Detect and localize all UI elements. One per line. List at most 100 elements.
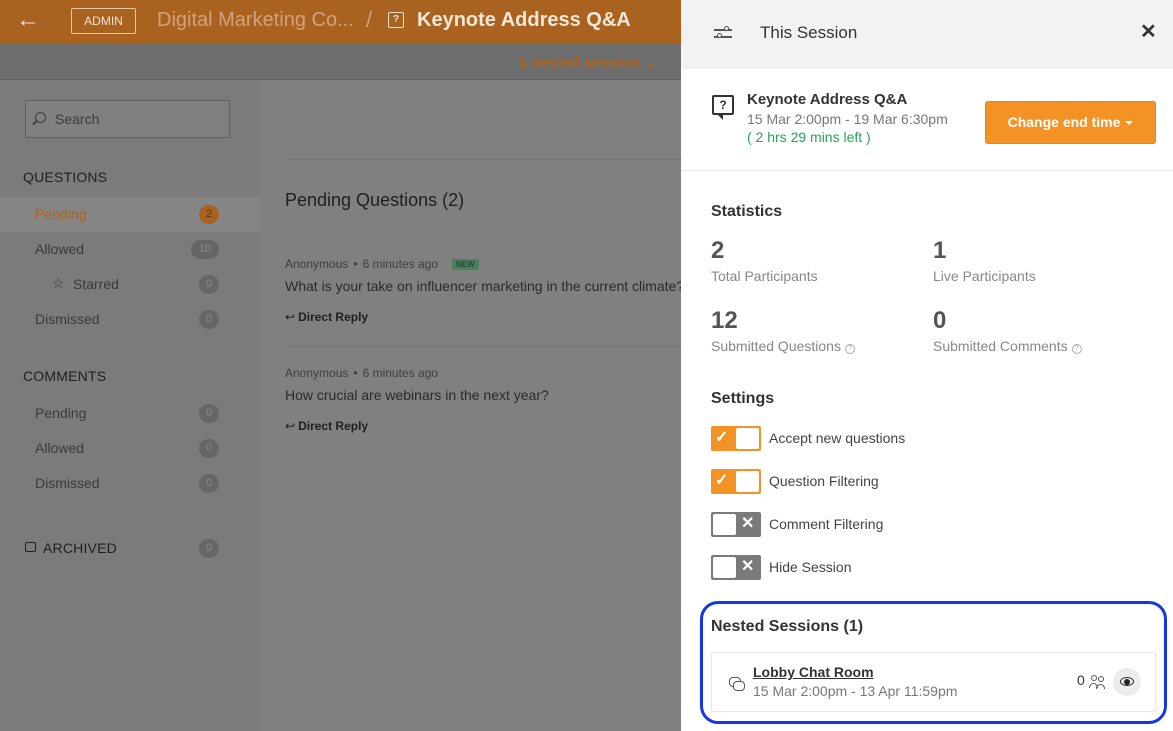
statistics-heading: Statistics [711,203,783,220]
question-meta: Anonymous • 6 minutes ago [285,366,438,380]
setting-accept-new-questions: ✓ Accept new questions [711,426,1011,451]
x-icon: ✕ [741,558,755,575]
sidebar-item-comments-pending[interactable]: Pending 0 [0,396,260,431]
check-icon: ✓ [715,429,729,446]
help-icon[interactable]: ? [844,344,855,354]
breadcrumb-separator: / [366,7,373,32]
change-end-time-label: Change end time [1007,114,1121,130]
nested-sessions-heading: Nested Sessions (1) [711,618,864,635]
direct-reply-button[interactable]: ↩ Direct Reply [285,419,681,433]
settings-heading: Settings [711,390,775,407]
sidebar-item-label: Pending [35,405,87,421]
count-badge: 0 [199,539,219,558]
nested-session-label: 1 nested session [519,54,640,71]
sidebar-item-archived[interactable]: ARCHIVED 0 [0,531,260,566]
event-title[interactable]: Digital Marketing Co... [157,9,354,32]
reply-icon: ↩ [285,419,296,433]
room-name-link[interactable]: Lobby Chat Room [753,664,874,680]
help-icon[interactable]: ? [1071,344,1082,354]
archive-icon [25,542,36,552]
search-placeholder: Search [55,111,100,127]
sidebar-item-questions-pending[interactable]: Pending 2 [0,197,260,232]
change-end-time-button[interactable]: Change end time [985,101,1156,144]
sidebar-item-questions-dismissed[interactable]: Dismissed 0 [0,302,260,337]
count-badge: 10 [191,240,219,259]
star-icon: ☆ [52,275,65,291]
question-meta: Anonymous • 6 minutes ago NEW [285,257,681,271]
stat-total-participants: 2 Total Participants [711,237,818,284]
direct-reply-button[interactable]: ↩ Direct Reply [285,310,681,324]
sidebar-item-label: Dismissed [35,475,100,491]
question-author: Anonymous [285,257,349,271]
participant-count: 0 [1077,672,1085,688]
stat-value: 12 [711,307,738,334]
stat-value: 2 [711,237,725,264]
eye-pupil [1124,679,1130,685]
session-subbar: 1 nested session ⌄ [0,44,681,80]
comment-filtering-toggle[interactable]: ✕ [711,512,761,537]
stat-label: Submitted Comments [933,338,1068,354]
count-badge: 0 [199,474,219,493]
count-badge: 0 [199,275,219,294]
accept-new-questions-toggle[interactable]: ✓ [711,426,761,451]
panel-header: This Session ✕ [681,0,1173,69]
sidebar-item-label: Allowed [35,241,85,257]
search-input[interactable]: Search [25,100,230,138]
stat-submitted-questions: 12 Submitted Questions? [711,307,855,354]
question-item[interactable]: Anonymous • 6 minutes ago How crucial are … [285,366,681,433]
chat-icon [729,677,745,691]
stat-submitted-comments: 0 Submitted Comments? [933,307,1082,354]
toggle-knob [713,557,736,578]
setting-comment-filtering: ✕ Comment Filtering [711,512,1011,537]
stat-label-row: Submitted Comments? [933,338,1082,354]
new-badge: NEW [451,259,479,270]
caret-down-icon [1125,121,1134,125]
toggle-knob [736,471,759,492]
divider [285,346,681,347]
question-text: How crucial are webinars in the next yea… [285,387,549,403]
sidebar-item-comments-dismissed[interactable]: Dismissed 0 [0,466,260,501]
comments-heading: COMMENTS [23,368,107,384]
sidebar: Search QUESTIONS Pending 2 Allowed 10 ☆ … [0,80,260,731]
stat-label-row: Submitted Questions? [711,338,855,354]
stat-value: 1 [933,237,947,264]
stat-live-participants: 1 Live Participants [933,237,1036,284]
arrow-left-icon[interactable]: ← [16,8,40,32]
toggle-label: Comment Filtering [769,516,884,532]
count-badge: 0 [199,404,219,423]
question-filtering-toggle[interactable]: ✓ [711,469,761,494]
chevron-down-icon: ⌄ [644,54,657,71]
sliders-icon [714,26,732,40]
session-name: Keynote Address Q&A [747,91,908,108]
setting-question-filtering: ✓ Question Filtering [711,469,1011,494]
x-icon: ✕ [741,515,755,532]
question-time: 6 minutes ago [362,366,438,380]
toggle-label: Hide Session [769,559,852,575]
direct-reply-label: Direct Reply [298,419,369,433]
questions-heading: QUESTIONS [23,169,108,185]
question-item[interactable]: Anonymous • 6 minutes ago NEW What is your … [285,257,685,324]
sidebar-item-comments-allowed[interactable]: Allowed 0 [0,431,260,466]
check-icon: ✓ [715,472,729,489]
sidebar-item-label: Pending [35,206,87,222]
view-eye-button[interactable] [1113,668,1141,696]
sidebar-item-questions-starred[interactable]: ☆ Starred 0 [0,267,260,302]
hide-session-toggle[interactable]: ✕ [711,555,761,580]
room-dates: 15 Mar 2:00pm - 13 Apr 11:59pm [753,683,958,699]
nested-session-dropdown[interactable]: 1 nested session ⌄ [519,53,657,71]
question-session-icon: ? [712,95,734,120]
close-icon[interactable]: ✕ [1140,19,1157,44]
question-time: 6 minutes ago [362,257,438,271]
panel-title: This Session [760,23,858,42]
question-session-icon: ? [388,12,404,28]
question-author: Anonymous [285,366,349,380]
toggle-knob [736,428,759,449]
session-title: Keynote Address Q&A [417,9,631,31]
session-summary: ? Keynote Address Q&A 15 Mar 2:00pm - 19… [681,69,1173,171]
question-text: What is your take on influencer marketin… [285,278,685,294]
admin-badge[interactable]: ADMIN [71,8,136,34]
direct-reply-label: Direct Reply [298,310,369,324]
sidebar-item-label: Dismissed [35,311,100,327]
sidebar-item-questions-allowed[interactable]: Allowed 10 [0,232,260,267]
count-badge: 0 [199,439,219,458]
